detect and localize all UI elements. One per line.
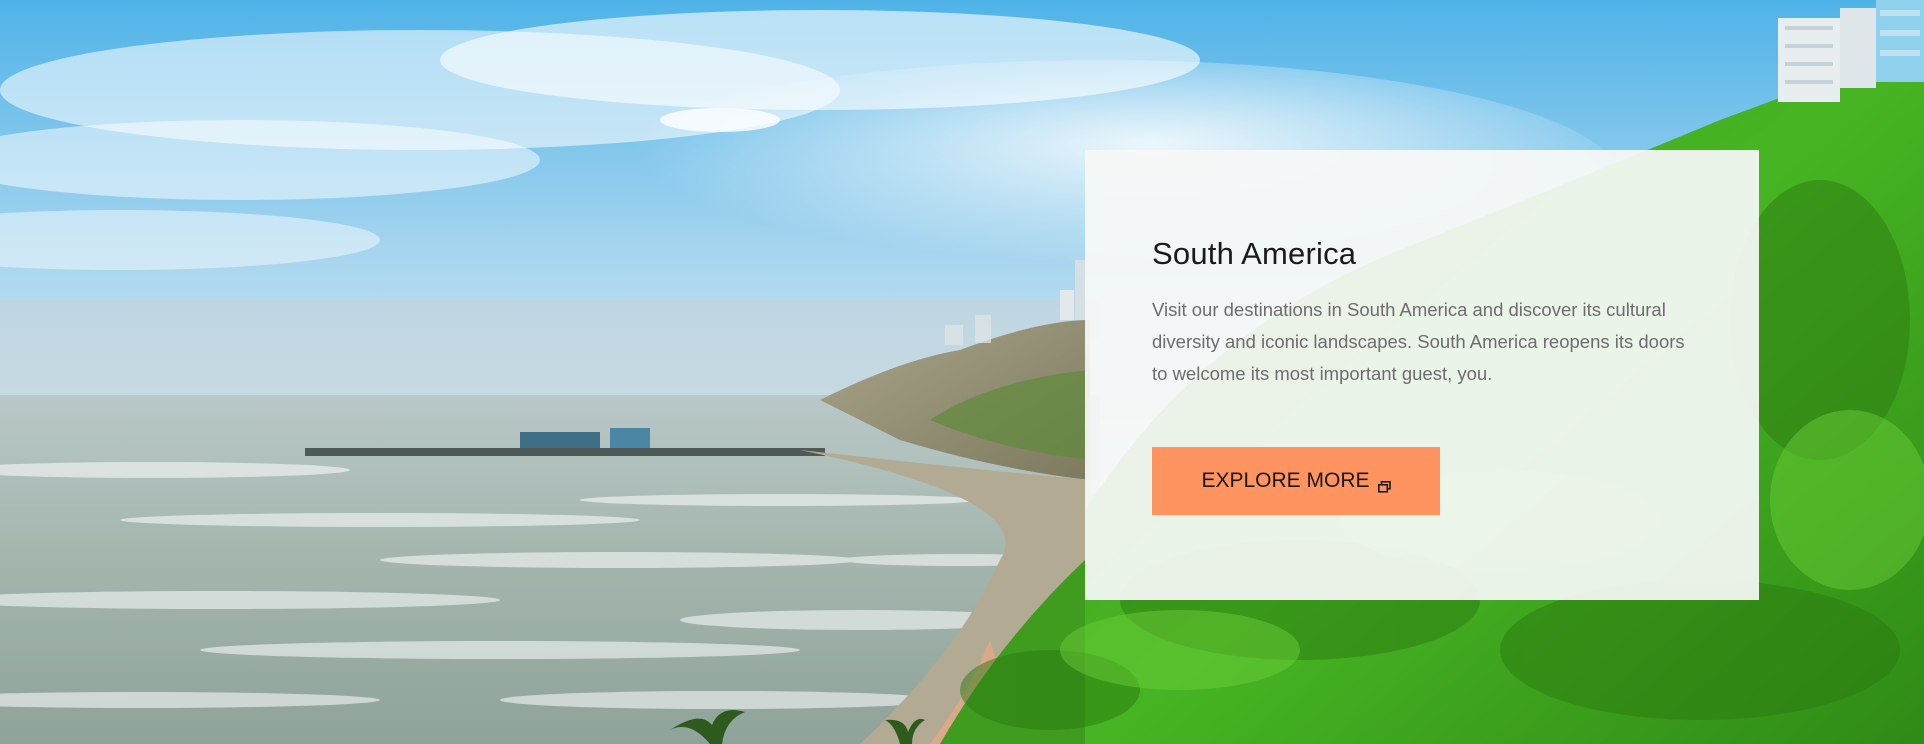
external-link-icon [1377,475,1391,493]
hero-banner: South America Visit our destinations in … [0,0,1924,744]
explore-more-label: EXPLORE MORE [1201,469,1370,492]
destination-description: Visit our destinations in South America … [1152,299,1685,384]
explore-more-button[interactable]: EXPLORE MORE [1152,447,1440,515]
destination-card: South America Visit our destinations in … [1085,150,1759,600]
destination-title: South America [1152,236,1357,271]
